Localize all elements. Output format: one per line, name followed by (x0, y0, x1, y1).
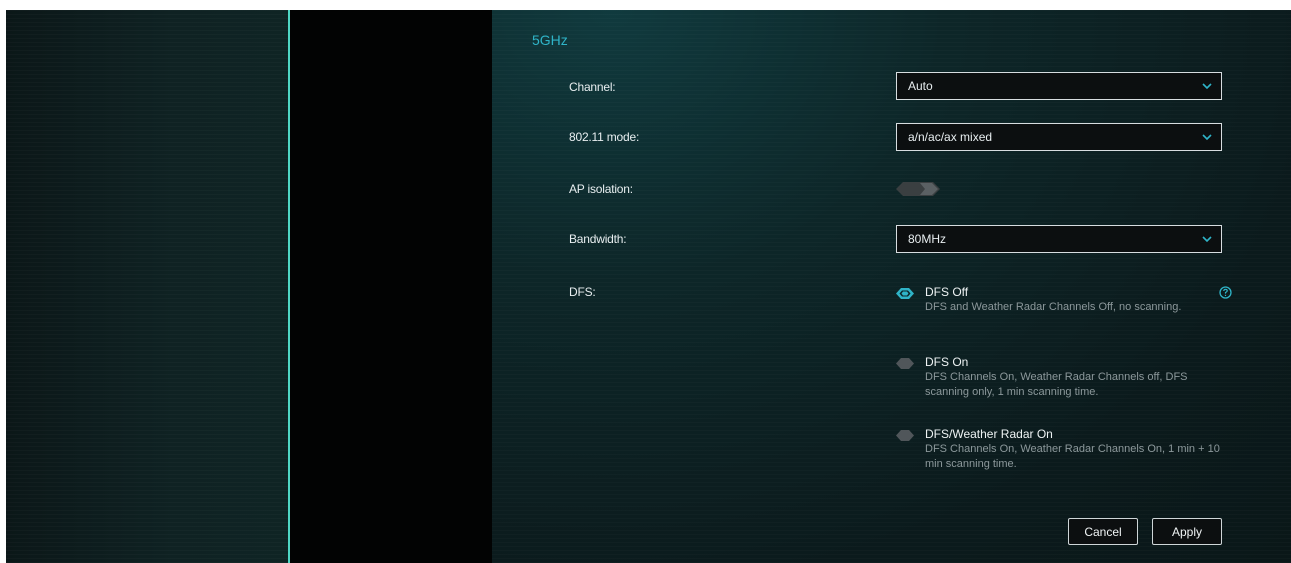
mode-value: a/n/ac/ax mixed (908, 130, 993, 144)
dfs-option-title: DFS Off (925, 285, 969, 299)
chevron-down-icon (1202, 236, 1212, 243)
bandwidth-label: Bandwidth: (569, 232, 627, 246)
channel-select[interactable]: Auto (896, 72, 1222, 100)
dfs-option-description: DFS and Weather Radar Channels Off, no s… (925, 301, 1182, 313)
dfs-option-weather-radar[interactable]: DFS/Weather Radar On DFS Channels On, We… (896, 427, 1226, 477)
channel-value: Auto (908, 79, 933, 93)
radio-unselected-icon (896, 430, 914, 441)
dfs-option-off[interactable]: DFS Off DFS and Weather Radar Channels O… (896, 285, 1226, 335)
app-frame: 5GHz Channel: Auto 802.11 mode: a/n/ac/a… (6, 10, 1291, 563)
mode-select[interactable]: a/n/ac/ax mixed (896, 123, 1222, 151)
dfs-option-title: DFS/Weather Radar On (925, 427, 1053, 441)
left-panel (6, 10, 290, 563)
dfs-option-description: DFS Channels On, Weather Radar Channels … (925, 443, 1220, 470)
mode-label: 802.11 mode: (569, 130, 640, 144)
radio-selected-icon (896, 288, 914, 299)
channel-label: Channel: (569, 80, 616, 94)
radio-unselected-icon (896, 358, 914, 369)
dfs-label: DFS: (569, 285, 596, 299)
cancel-button[interactable]: Cancel (1068, 518, 1138, 545)
bandwidth-select[interactable]: 80MHz (896, 225, 1222, 253)
dfs-option-on[interactable]: DFS On DFS Channels On, Weather Radar Ch… (896, 355, 1226, 405)
bandwidth-value: 80MHz (908, 232, 947, 246)
settings-content: 5GHz Channel: Auto 802.11 mode: a/n/ac/a… (492, 10, 1291, 563)
navigation-panel (290, 10, 492, 563)
ap-isolation-label: AP isolation: (569, 182, 633, 196)
apply-button[interactable]: Apply (1152, 518, 1222, 545)
chevron-down-icon (1202, 134, 1212, 141)
chevron-down-icon (1202, 83, 1212, 90)
ap-isolation-toggle[interactable] (896, 182, 940, 196)
dfs-option-title: DFS On (925, 355, 969, 369)
section-title: 5GHz (532, 32, 568, 48)
dfs-option-description: DFS Channels On, Weather Radar Channels … (925, 371, 1188, 398)
help-circle-icon[interactable] (1219, 286, 1232, 299)
